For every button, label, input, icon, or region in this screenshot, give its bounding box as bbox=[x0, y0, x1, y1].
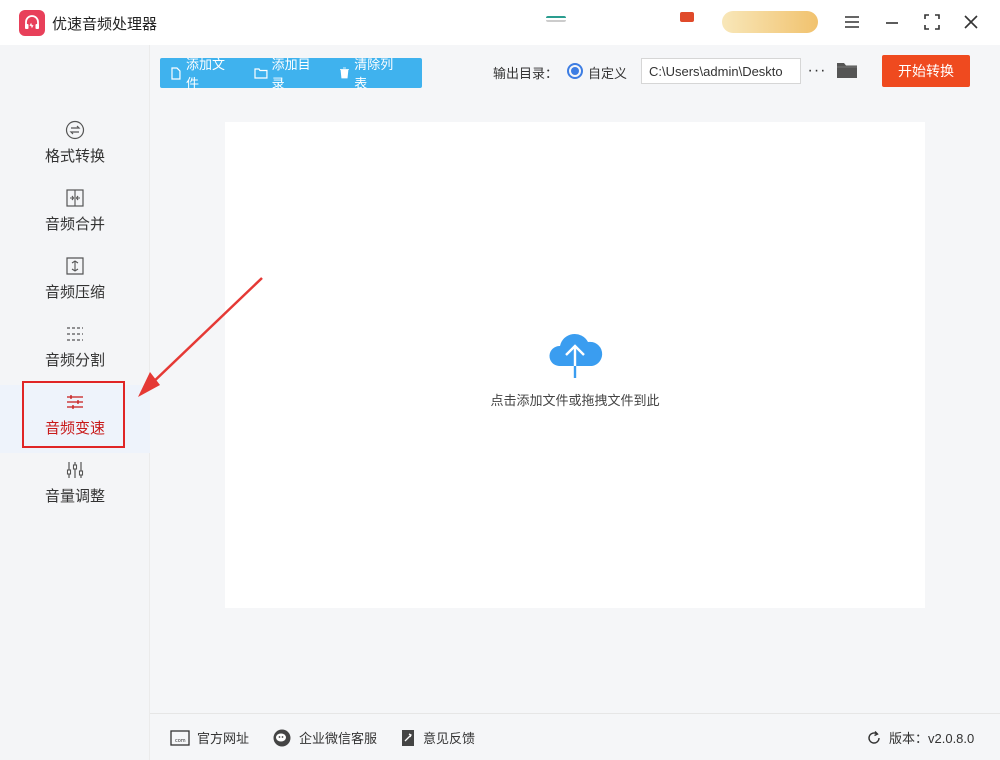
titlebar-mark-icon[interactable] bbox=[546, 16, 566, 22]
minimize-icon[interactable] bbox=[880, 10, 904, 34]
gift-icon[interactable] bbox=[680, 12, 694, 22]
add-directory-button[interactable]: 添加目录 bbox=[254, 54, 324, 92]
svg-text:com: com bbox=[175, 738, 186, 744]
feedback-label: 意见反馈 bbox=[423, 731, 476, 746]
drop-hint-text: 点击添加文件或拖拽文件到此 bbox=[490, 393, 660, 408]
clear-list-label: 清除列表 bbox=[354, 57, 394, 91]
vip-badge[interactable] bbox=[722, 11, 818, 33]
sidebar-item-label: 格式转换 bbox=[44, 148, 105, 165]
sidebar-item-merge[interactable]: 音频合并 bbox=[0, 181, 150, 249]
sidebar-item-split[interactable]: 音频分割 bbox=[0, 317, 150, 385]
refresh-icon bbox=[868, 730, 880, 744]
add-file-label: 添加文件 bbox=[185, 57, 225, 91]
title-bar: 优速音频处理器 bbox=[0, 0, 1000, 45]
sidebar-item-label: 音量调整 bbox=[44, 488, 105, 505]
folder-outline-icon bbox=[254, 68, 268, 79]
website-icon: com bbox=[170, 729, 190, 746]
version-label: 版本：v2.0.8.0 bbox=[889, 731, 975, 746]
sidebar-item-label: 音频分割 bbox=[44, 352, 105, 369]
sidebar-item-format-convert[interactable]: 格式转换 bbox=[0, 113, 150, 181]
menu-icon[interactable] bbox=[840, 10, 864, 34]
start-convert-button[interactable]: 开始转换 bbox=[882, 55, 970, 87]
sidebar-item-compress[interactable]: 音频压缩 bbox=[0, 249, 150, 317]
close-icon[interactable] bbox=[959, 10, 983, 34]
compress-icon bbox=[64, 255, 86, 277]
merge-icon bbox=[64, 187, 86, 209]
file-toolbar: 添加文件 添加目录 清除列表 bbox=[160, 57, 422, 91]
clear-list-button[interactable]: 清除列表 bbox=[339, 54, 406, 92]
custom-radio-label[interactable]: 自定义 bbox=[588, 63, 627, 82]
format-convert-icon bbox=[64, 119, 86, 141]
trash-icon bbox=[340, 67, 350, 79]
feedback-icon bbox=[402, 729, 414, 746]
file-icon bbox=[171, 66, 181, 80]
app-title: 优速音频处理器 bbox=[52, 16, 158, 33]
more-options-icon[interactable]: ··· bbox=[806, 58, 828, 84]
official-website-label: 官方网址 bbox=[197, 731, 250, 746]
output-dir-label: 输出目录： bbox=[493, 66, 559, 81]
cloud-upload-icon[interactable] bbox=[545, 328, 605, 380]
official-website-link[interactable]: com 官方网址 bbox=[170, 728, 249, 747]
open-folder-icon[interactable] bbox=[836, 60, 858, 82]
sidebar-item-label: 音频变速 bbox=[44, 420, 105, 437]
wechat-service-label: 企业微信客服 bbox=[299, 731, 378, 746]
volume-sliders-icon bbox=[64, 459, 86, 481]
sidebar-item-volume[interactable]: 音量调整 bbox=[0, 453, 150, 521]
output-path-input[interactable] bbox=[641, 58, 801, 84]
sidebar-item-label: 音频合并 bbox=[44, 216, 105, 233]
add-directory-label: 添加目录 bbox=[271, 57, 311, 91]
split-icon bbox=[64, 323, 86, 345]
add-file-button[interactable]: 添加文件 bbox=[170, 54, 238, 92]
version-info: 版本：v2.0.8.0 bbox=[866, 728, 974, 747]
feedback-link[interactable]: 意见反馈 bbox=[400, 728, 475, 747]
sidebar: 格式转换 音频合并 音频压缩 音频分割 音频变速 音量调整 bbox=[0, 45, 150, 760]
wechat-icon bbox=[273, 729, 291, 746]
wechat-service-link[interactable]: 企业微信客服 bbox=[272, 728, 377, 747]
maximize-icon[interactable] bbox=[920, 10, 944, 34]
sidebar-item-label: 音频压缩 bbox=[44, 284, 105, 301]
custom-radio[interactable] bbox=[567, 63, 583, 79]
speed-icon bbox=[64, 391, 86, 413]
sidebar-item-speed[interactable]: 音频变速 bbox=[0, 385, 150, 453]
app-logo-icon bbox=[19, 10, 45, 36]
